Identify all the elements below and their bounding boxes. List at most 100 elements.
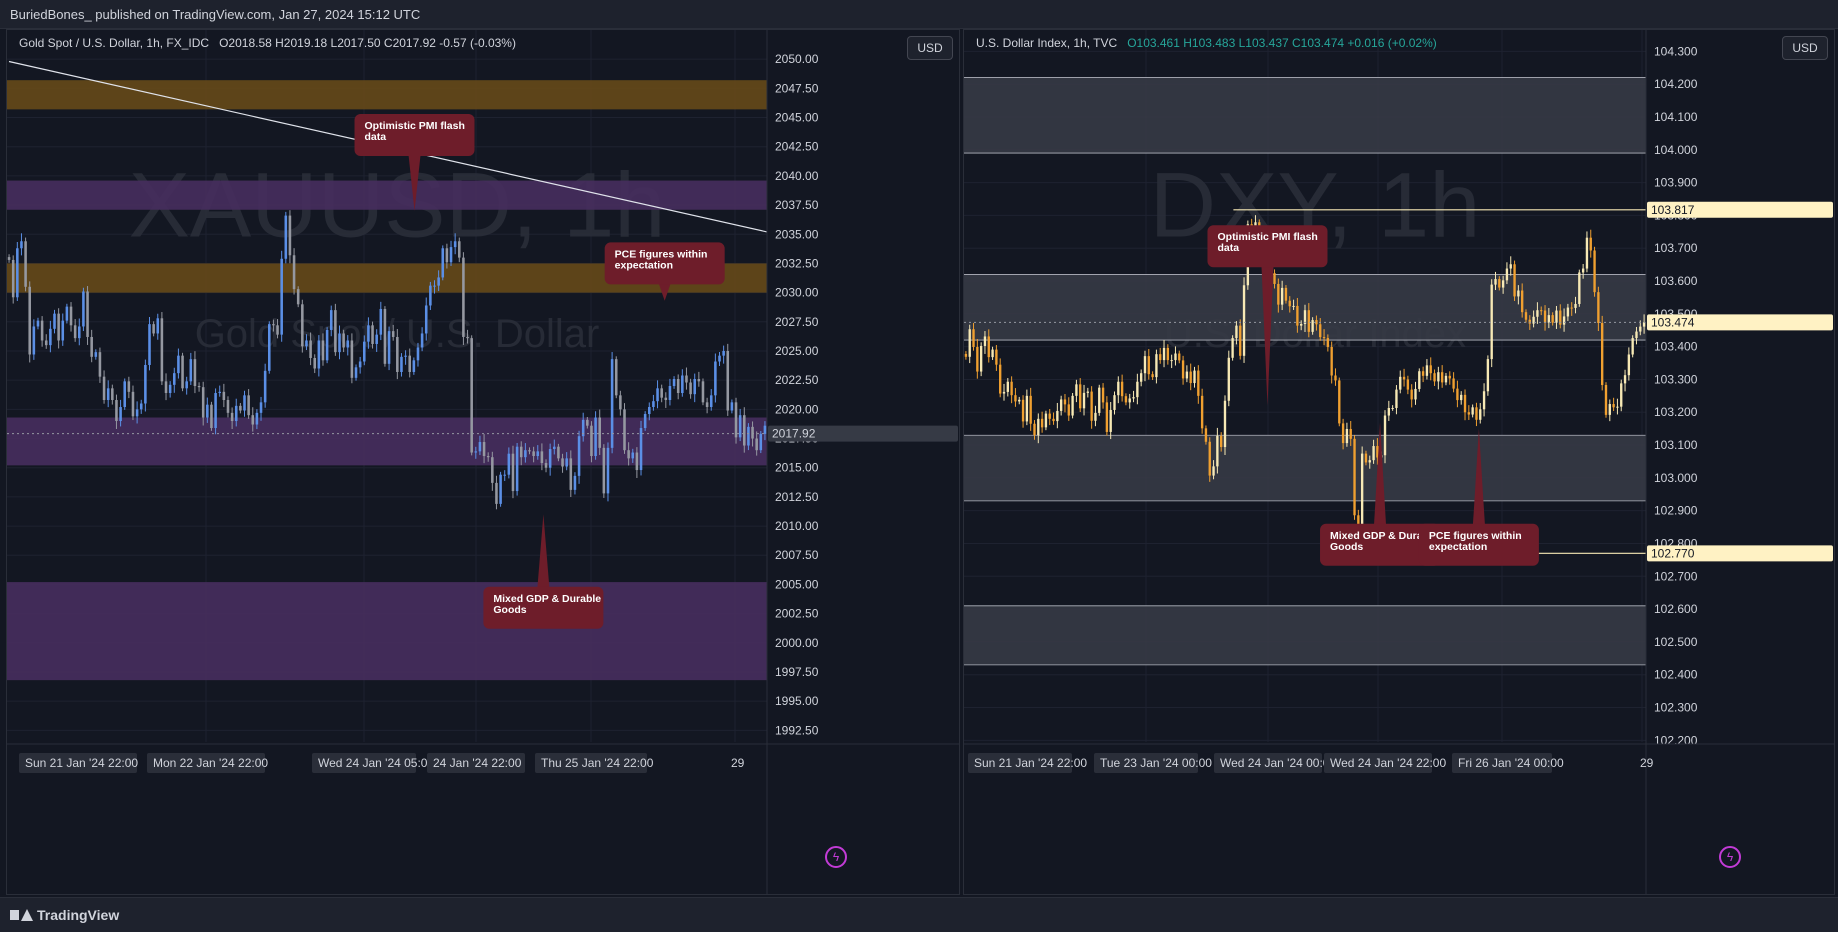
- dxy-candle: [1418, 368, 1421, 392]
- gold-chart[interactable]: XAUUSD, 1hGold Spot / U.S. DollarOptimis…: [7, 30, 960, 895]
- dxy-symbol: U.S. Dollar Index, 1h, TVC: [976, 36, 1118, 50]
- gold-candle: [400, 353, 403, 377]
- gold-candle-body: [82, 291, 85, 327]
- publisher-bar: BuriedBones_ published on TradingView.co…: [0, 0, 1838, 29]
- gold-candle-body: [57, 313, 60, 341]
- gold-candle-body: [689, 382, 692, 395]
- gold-candle-body: [681, 375, 684, 394]
- dxy-candle-body: [1402, 376, 1406, 380]
- gold-price-tick: 2040.00: [775, 169, 819, 183]
- gold-candle-body: [540, 451, 544, 464]
- dxy-candle-body: [1452, 378, 1455, 389]
- gold-candle-body: [503, 474, 506, 476]
- gold-candle-body: [139, 403, 143, 410]
- dxy-candle-body: [1208, 441, 1211, 476]
- gold-candle: [354, 364, 358, 381]
- gold-candle-body: [321, 340, 325, 361]
- gold-candle-body: [387, 331, 391, 364]
- gold-candle: [173, 367, 176, 393]
- gold-candle: [53, 309, 56, 334]
- dxy-candle-body: [1040, 418, 1044, 428]
- gold-candle: [210, 401, 213, 431]
- gold-candle: [734, 397, 738, 444]
- chart-panel-gold[interactable]: XAUUSD, 1hGold Spot / U.S. DollarOptimis…: [6, 29, 960, 895]
- gold-candle-body: [763, 425, 767, 434]
- gold-candle-body: [152, 324, 155, 334]
- gold-candle: [470, 335, 473, 456]
- dxy-annotation-text: expectation: [1429, 541, 1487, 553]
- gold-candle: [441, 245, 445, 281]
- dxy-candle: [1387, 400, 1391, 421]
- dxy-candle: [995, 345, 998, 371]
- dxy-currency-button[interactable]: USD: [1782, 36, 1828, 60]
- gold-candle-body: [499, 474, 502, 504]
- gold-candle: [49, 320, 52, 353]
- gold-candle-body: [276, 325, 279, 335]
- gold-candle: [714, 353, 717, 403]
- dxy-candle-body: [1029, 395, 1032, 424]
- gold-candle: [243, 390, 246, 417]
- gold-candle-body: [11, 259, 15, 298]
- dxy-level-label: 102.770: [1651, 546, 1695, 560]
- gold-candle-body: [185, 381, 188, 389]
- dxy-candle: [1223, 395, 1227, 456]
- bolt-icon[interactable]: ϟ: [825, 846, 847, 868]
- gold-candle-body: [222, 391, 226, 401]
- gold-candle-body: [280, 258, 283, 335]
- dxy-candle-body: [1555, 310, 1558, 323]
- gold-candle-body: [78, 326, 81, 339]
- gold-candle: [40, 316, 44, 347]
- dxy-candle: [1120, 374, 1124, 402]
- dxy-candle-body: [1520, 290, 1524, 313]
- dxy-candle-body: [1216, 435, 1219, 467]
- dxy-candle-body: [976, 346, 979, 372]
- dxy-candle-body: [1330, 346, 1333, 376]
- gold-candle-body: [206, 404, 209, 418]
- gold-candle: [131, 385, 135, 421]
- gold-candle-body: [251, 415, 255, 425]
- gold-price-tick: 2007.50: [775, 548, 819, 562]
- dxy-price-axis: [1646, 30, 1834, 894]
- chart-panel-dxy[interactable]: DXY, 1hU.S. Dollar IndexOptimistic PMI f…: [963, 29, 1835, 895]
- dxy-candle-body: [1498, 279, 1501, 288]
- gold-candle-body: [532, 451, 535, 457]
- dxy-chart[interactable]: DXY, 1hU.S. Dollar IndexOptimistic PMI f…: [964, 30, 1835, 895]
- dxy-candle: [1338, 377, 1341, 427]
- dxy-candle-body: [1463, 394, 1467, 413]
- gold-candle-body: [747, 426, 750, 446]
- dxy-candle: [1200, 388, 1204, 434]
- gold-candle-body: [433, 285, 436, 287]
- dxy-candle-body: [1242, 285, 1246, 356]
- dxy-candle: [1086, 387, 1090, 398]
- dxy-candle-body: [1399, 376, 1402, 390]
- dxy-candle-body: [1006, 381, 1009, 392]
- tradingview-brand[interactable]: TradingView: [10, 907, 119, 923]
- dxy-candle: [1578, 269, 1581, 307]
- dxy-candle-body: [1227, 357, 1230, 401]
- dxy-candle-body: [1239, 325, 1242, 356]
- dxy-candle-body: [1414, 388, 1417, 400]
- dxy-candle-body: [1482, 391, 1486, 410]
- gold-candle-body: [400, 356, 403, 372]
- dxy-candle: [991, 346, 994, 360]
- dxy-candle-body: [1505, 268, 1509, 281]
- dxy-candle-body: [987, 336, 990, 358]
- gold-candle-body: [656, 388, 659, 402]
- dxy-candle-body: [1601, 323, 1604, 386]
- gold-price-tick: 2010.00: [775, 519, 819, 533]
- gold-price-tick: 1992.50: [775, 723, 819, 737]
- dxy-candle-body: [1494, 279, 1497, 285]
- gold-candle: [503, 470, 506, 481]
- gold-candle-body: [404, 355, 407, 357]
- gold-zone: [7, 80, 767, 110]
- gold-price-tick: 2035.00: [775, 227, 819, 241]
- gold-currency-button[interactable]: USD: [907, 36, 953, 60]
- gold-candle: [296, 286, 300, 308]
- bolt-icon[interactable]: ϟ: [1719, 846, 1741, 868]
- dxy-ohlc: O103.461 H103.483 L103.437 C103.474 +0.0…: [1127, 36, 1437, 50]
- gold-candle-body: [424, 305, 428, 334]
- dxy-candle-body: [1117, 381, 1120, 396]
- dxy-candle-body: [1139, 373, 1143, 382]
- dxy-candle-body: [983, 336, 987, 346]
- dxy-candle-body: [1193, 370, 1196, 384]
